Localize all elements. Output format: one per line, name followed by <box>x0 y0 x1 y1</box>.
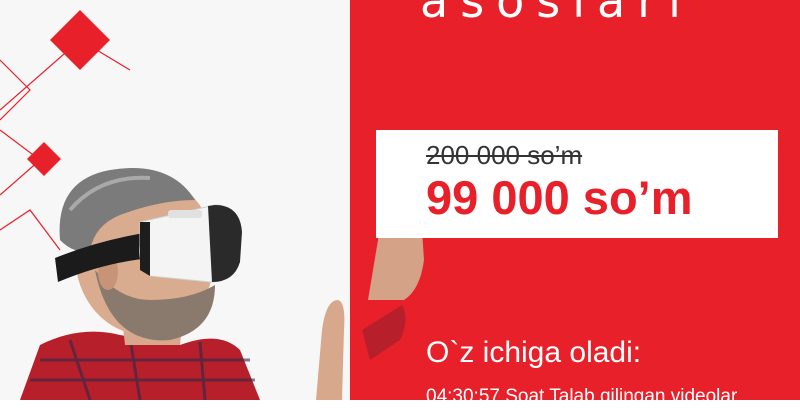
old-price: 200 000 so’m <box>426 140 583 170</box>
price-box: 200 000 so’m 99 000 so’m <box>376 130 778 238</box>
new-price: 99 000 so’m <box>426 171 693 224</box>
includes-heading: O`z ichiga oladi: <box>426 336 642 369</box>
course-heading: asoslari <box>420 0 693 28</box>
includes-item: 04:30:57 Soat Talab qilingan videolar <box>426 386 738 407</box>
